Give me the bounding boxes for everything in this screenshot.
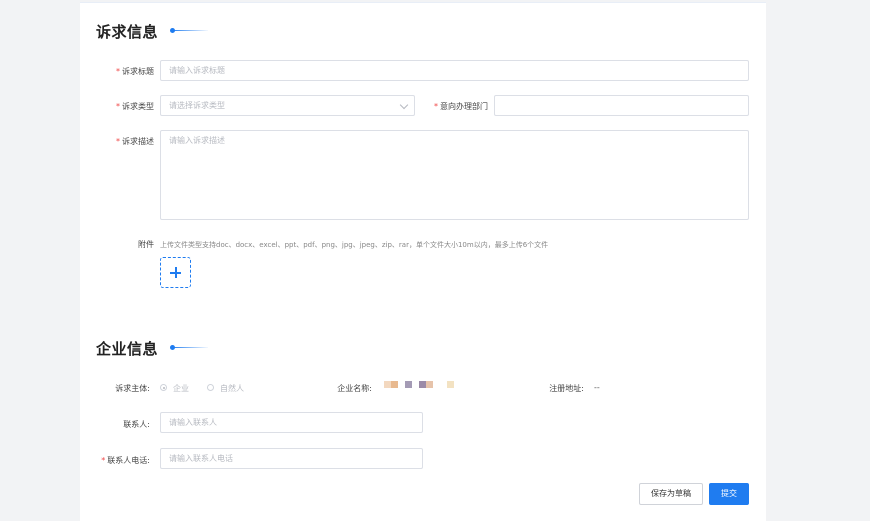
appeal-section-title: 诉求信息 — [96, 23, 159, 41]
submit-button[interactable]: 提交 — [709, 483, 749, 505]
description-textarea[interactable]: 请输入诉求描述 — [160, 130, 749, 220]
address-value: -- — [594, 383, 600, 392]
plus-icon-vertical — [174, 267, 177, 278]
form-card: 诉求信息 * 诉求标题 请输入诉求标题 * 诉求类型 请选择诉求类型 * 意向办理部门… — [80, 2, 766, 521]
save-draft-button[interactable]: 保存为草稿 — [639, 483, 703, 505]
appeal-title-input[interactable]: 请输入诉求标题 — [160, 60, 749, 81]
address-label: 注册地址: — [549, 384, 584, 393]
chevron-down-icon — [399, 100, 409, 110]
section-title-decoration — [170, 345, 208, 350]
radio-natural-person-label[interactable]: 自然人 — [220, 383, 244, 394]
attachment-label: 附件 — [138, 240, 154, 249]
appeal-type-select[interactable]: 请选择诉求类型 — [160, 95, 415, 116]
company-name-redacted — [384, 381, 454, 388]
appeal-type-label: * 诉求类型 — [116, 102, 154, 111]
radio-natural-person[interactable] — [207, 384, 214, 391]
contact-label: 联系人: — [123, 420, 150, 429]
phone-label: * 联系人电话: — [101, 456, 150, 465]
subject-label: 诉求主体: — [115, 384, 150, 393]
radio-enterprise[interactable] — [160, 384, 167, 391]
description-label: * 诉求描述 — [116, 137, 154, 146]
attachment-hint: 上传文件类型支持doc、docx、excel、ppt、pdf、png、jpg、j… — [160, 241, 549, 249]
appeal-type-placeholder: 请选择诉求类型 — [169, 101, 225, 110]
appeal-title-label: * 诉求标题 — [116, 67, 154, 76]
section-title-decoration — [170, 28, 208, 33]
department-input[interactable] — [494, 95, 749, 116]
upload-button[interactable] — [160, 257, 191, 288]
company-section-title: 企业信息 — [96, 340, 159, 358]
phone-input[interactable]: 请输入联系人电话 — [160, 448, 423, 469]
company-name-label: 企业名称: — [337, 384, 372, 393]
radio-enterprise-label[interactable]: 企业 — [173, 383, 189, 394]
contact-input[interactable]: 请输入联系人 — [160, 412, 423, 433]
department-label: * 意向办理部门 — [434, 102, 488, 111]
